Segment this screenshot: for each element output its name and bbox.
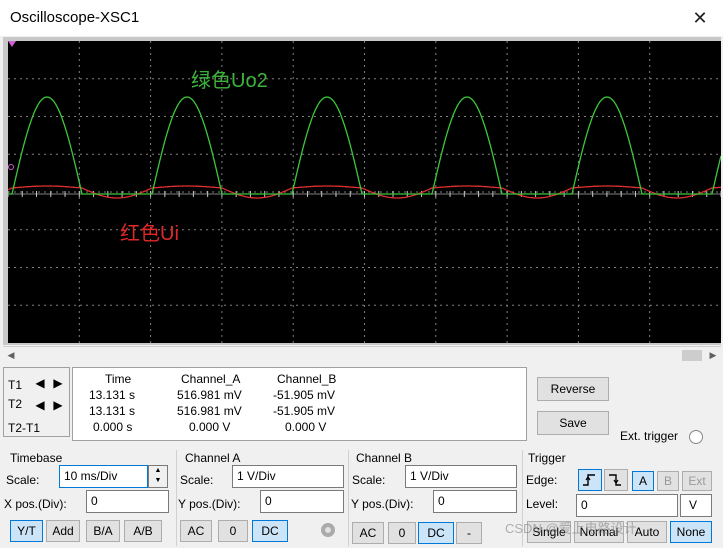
readout-diff-channel-b: 0.000 V xyxy=(285,420,327,434)
readout-header-channel-a: Channel_A xyxy=(181,372,241,386)
readout-t1-channel-b: -51.905 mV xyxy=(273,388,336,402)
channel-b-scale-input[interactable]: 1 V/Div xyxy=(405,465,517,488)
readout-t2-time: 13.131 s xyxy=(89,404,136,418)
t1-label: T1 xyxy=(8,378,23,392)
ext-trigger-label: Ext. trigger xyxy=(620,429,679,443)
trigger-edge-label: Edge: xyxy=(526,473,558,487)
oscilloscope-window: Oscilloscope-XSC1 ✕ 绿色Uo2 红色Ui ◀ ▶ T1 ◀ … xyxy=(0,0,723,548)
trigger-level-label: Level: xyxy=(526,497,559,511)
mode-yt-button[interactable]: Y/T xyxy=(10,520,43,542)
grid xyxy=(7,41,722,343)
channel-b-ypos-input[interactable]: 0 xyxy=(433,490,517,513)
mode-ba-button[interactable]: B/A xyxy=(86,520,120,542)
readout-diff-time: 0.000 s xyxy=(93,420,133,434)
window-title: Oscilloscope-XSC1 xyxy=(10,9,140,26)
readout-t1-time: 13.131 s xyxy=(89,388,136,402)
trigger-source-ext-button[interactable]: Ext xyxy=(682,471,712,491)
channel-marker xyxy=(8,164,14,170)
scroll-left-icon[interactable]: ◀ xyxy=(5,349,17,361)
close-icon[interactable]: ✕ xyxy=(677,0,723,36)
scroll-right-icon[interactable]: ▶ xyxy=(707,349,719,361)
timebase-scale-label: Scale: xyxy=(6,473,40,487)
t2-left-arrow-icon[interactable]: ◀ xyxy=(33,399,47,412)
oscilloscope-screen[interactable]: 绿色Uo2 红色Ui xyxy=(7,41,722,343)
measurement-readout: Time Channel_A Channel_B 13.131 s 516.98… xyxy=(72,367,527,441)
trigger-level-unit[interactable]: V xyxy=(680,494,712,517)
readout-t2-channel-b: -51.905 mV xyxy=(273,404,336,418)
trigger-level-input[interactable]: 0 xyxy=(576,494,678,517)
horizontal-scrollbar[interactable]: ◀ ▶ xyxy=(3,346,721,363)
readout-header-channel-b: Channel_B xyxy=(277,372,337,386)
save-button[interactable]: Save xyxy=(537,411,609,435)
channel-a-ypos-label: Y pos.(Div): xyxy=(178,497,241,511)
channel-b-zero-button[interactable]: 0 xyxy=(388,522,416,544)
channel-b-minus-button[interactable]: - xyxy=(456,522,482,544)
reverse-button[interactable]: Reverse xyxy=(537,377,609,401)
mode-add-button[interactable]: Add xyxy=(46,520,80,542)
t1-right-arrow-icon[interactable]: ▶ xyxy=(51,377,65,390)
channel-a-title: Channel A xyxy=(185,451,241,465)
t2-label: T2 xyxy=(8,397,23,411)
cursor-t1-marker[interactable] xyxy=(8,41,16,47)
readout-t2-channel-a: 516.981 mV xyxy=(177,404,242,418)
ext-trigger-terminal[interactable] xyxy=(689,430,703,444)
readout-t1-channel-a: 516.981 mV xyxy=(177,388,242,402)
channel-b-ypos-label: Y pos.(Div): xyxy=(351,497,414,511)
trigger-source-a-button[interactable]: A xyxy=(632,471,654,491)
timebase-title: Timebase xyxy=(10,451,63,465)
annotation-red: 红色Ui xyxy=(120,222,179,245)
cursor-panel: T1 ◀ ▶ T2 ◀ ▶ T2-T1 xyxy=(3,367,70,437)
channel-b-title: Channel B xyxy=(356,451,413,465)
channel-a-ac-button[interactable]: AC xyxy=(180,520,212,542)
annotation-green: 绿色Uo2 xyxy=(191,69,268,92)
trigger-source-b-button[interactable]: B xyxy=(657,471,679,491)
timebase-scale-input[interactable]: 10 ms/Div xyxy=(59,465,148,488)
watermark: CSDN @爱上电路设计 xyxy=(505,521,637,536)
timebase-xpos-input[interactable]: 0 xyxy=(86,490,169,513)
channel-b-scale-label: Scale: xyxy=(352,473,386,487)
t2-t1-label: T2-T1 xyxy=(8,421,41,435)
channel-a-terminal[interactable] xyxy=(321,523,335,537)
channel-a-scale-input[interactable]: 1 V/Div xyxy=(232,465,344,488)
channel-a-dc-button[interactable]: DC xyxy=(252,520,288,542)
title-bar: Oscilloscope-XSC1 ✕ xyxy=(0,0,723,36)
mode-ab-button[interactable]: A/B xyxy=(124,520,162,542)
trigger-none-button[interactable]: None xyxy=(670,521,712,543)
waveform-display: 绿色Uo2 红色Ui xyxy=(7,41,722,343)
readout-diff-channel-a: 0.000 V xyxy=(189,420,231,434)
trigger-title: Trigger xyxy=(528,451,566,465)
channel-b-ac-button[interactable]: AC xyxy=(352,522,384,544)
t2-right-arrow-icon[interactable]: ▶ xyxy=(51,399,65,412)
channel-a-zero-button[interactable]: 0 xyxy=(218,520,248,542)
readout-header-time: Time xyxy=(105,372,132,386)
timebase-scale-spinner[interactable]: ▲ ▼ xyxy=(148,465,168,488)
channel-a-scale-label: Scale: xyxy=(180,473,214,487)
channel-b-dc-button[interactable]: DC xyxy=(418,522,454,544)
channel-a-ypos-input[interactable]: 0 xyxy=(260,490,344,513)
scroll-thumb[interactable] xyxy=(682,350,702,361)
timebase-xpos-label: X pos.(Div): xyxy=(4,497,67,511)
rising-edge-icon[interactable] xyxy=(578,469,602,491)
t1-left-arrow-icon[interactable]: ◀ xyxy=(33,377,47,390)
falling-edge-icon[interactable] xyxy=(604,469,628,491)
